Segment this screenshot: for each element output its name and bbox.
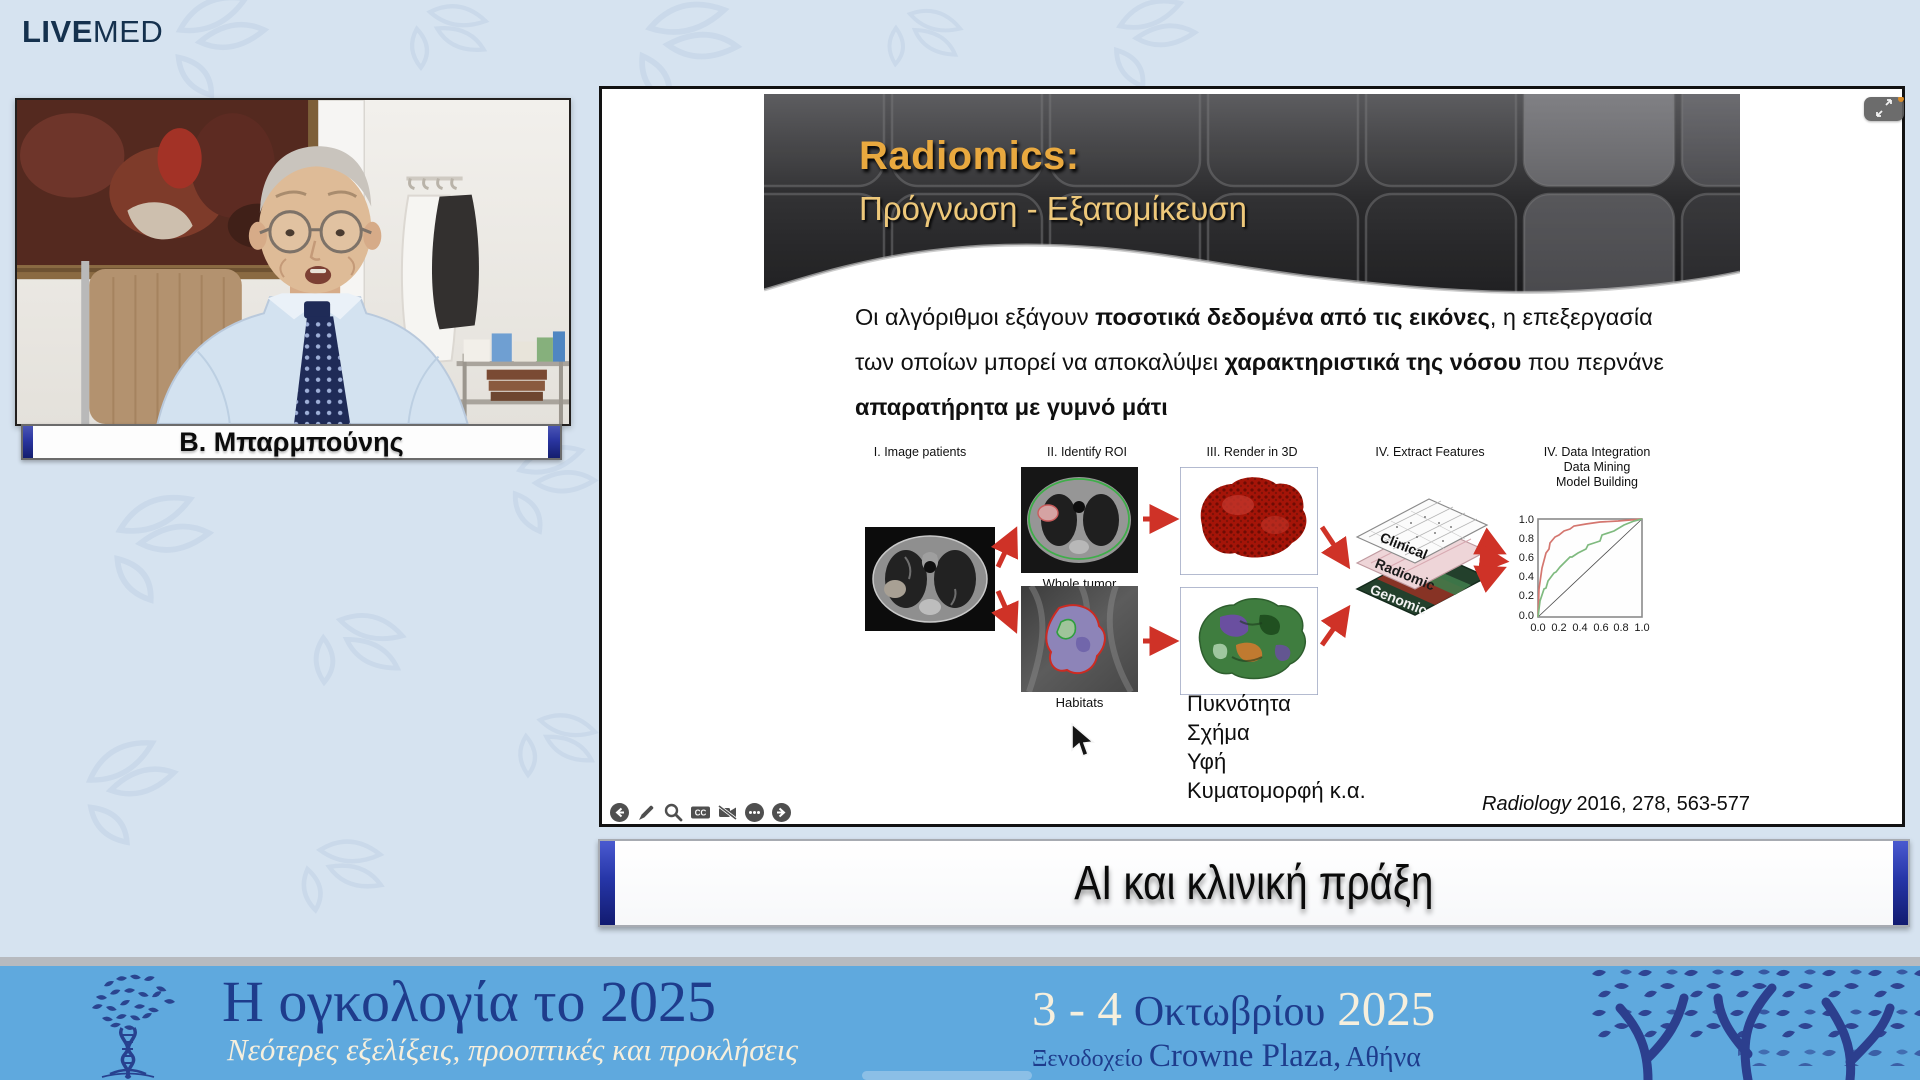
feature-item: Πυκνότητα — [1187, 689, 1366, 718]
conference-subtitle: Νεότερες εξελίξεις, προοπτικές και προκλ… — [227, 1032, 798, 1068]
slide-header-banner: Radiomics: Πρόγνωση - Εξατομίκευση — [764, 94, 1740, 306]
livemed-logo-med: MED — [93, 14, 163, 49]
venue-label: Ξενοδοχείο — [1032, 1046, 1149, 1072]
svg-text:0.0: 0.0 — [1519, 610, 1534, 622]
captions-button[interactable]: CC — [690, 802, 711, 823]
slide-subtitle: Πρόγνωση - Εξατομίκευση — [859, 190, 1247, 228]
svg-text:0.4: 0.4 — [1519, 571, 1534, 583]
livemed-logo: LIVEMED — [22, 14, 163, 50]
paragraph-line-3: απαρατήρητα με γυμνό μάτι — [855, 385, 1675, 430]
venue-city: Αθήνα — [1345, 1042, 1421, 1073]
presentation-toolbar: CC — [609, 802, 792, 823]
ellipsis-circle-icon — [744, 802, 765, 823]
slide-panel: Radiomics: Πρόγνωση - Εξατομίκευση Οι αλ… — [599, 86, 1905, 827]
slide-title: Radiomics: — [859, 134, 1080, 179]
tumor-3d-red-image — [1180, 467, 1318, 575]
bottom-partial-shape — [862, 1071, 1032, 1080]
zoom-button[interactable] — [663, 802, 684, 823]
roc-curve-chart: 1.0 0.8 0.6 0.4 0.2 0.0 0.0 0.2 0.4 0.6 … — [1502, 513, 1660, 649]
camera-off-icon — [717, 802, 738, 823]
more-button[interactable] — [744, 802, 765, 823]
paragraph-line-2: των οποίων μπορεί να αποκαλύψει χαρακτηρ… — [855, 340, 1675, 385]
svg-text:0.0: 0.0 — [1530, 622, 1545, 634]
whole-tumor-image — [1021, 467, 1138, 573]
svg-text:1.0: 1.0 — [1634, 622, 1649, 634]
pencil-icon — [636, 802, 657, 823]
citation-ref: 2016, 278, 563-577 — [1571, 793, 1750, 815]
cc-icon: CC — [690, 802, 711, 823]
svg-text:0.4: 0.4 — [1572, 622, 1587, 634]
conference-tree-logo — [52, 970, 212, 1080]
svg-text:0.8: 0.8 — [1613, 622, 1628, 634]
date-year: 2025 — [1337, 981, 1435, 1036]
session-bar-left-accent — [600, 841, 615, 925]
speaker-nameplate: Β. Μπαρμπούνης — [21, 424, 562, 460]
speaker-video-scene — [17, 100, 569, 424]
conference-banner: Η ογκολογία το 2025 Νεότερες εξελίξεις, … — [0, 966, 1920, 1080]
conference-venue: Ξενοδοχείο Crowne Plaza, Αθήνα — [1032, 1038, 1421, 1075]
speaker-video — [15, 98, 571, 426]
citation: Radiology 2016, 278, 563-577 — [1360, 793, 1750, 816]
svg-text:0.2: 0.2 — [1551, 622, 1566, 634]
svg-text:0.8: 0.8 — [1519, 533, 1534, 545]
feature-item: Σχήμα — [1187, 718, 1366, 747]
arrow-right-circle-icon — [771, 802, 792, 823]
svg-text:CC: CC — [695, 809, 707, 818]
nameplate-left-accent — [23, 426, 33, 458]
decorative-trees — [1588, 966, 1920, 1080]
camera-off-button[interactable] — [717, 802, 738, 823]
prev-slide-button[interactable] — [609, 802, 630, 823]
venue-hotel: Crowne Plaza, — [1149, 1038, 1341, 1074]
conference-dates: 3 - 4 Οκτωβρίου 2025 — [1032, 980, 1435, 1037]
session-title: AI και κλινική πράξη — [1074, 856, 1433, 911]
magnifier-icon — [663, 802, 684, 823]
feature-item: Κυματομορφή κ.α. — [1187, 776, 1366, 805]
workflow-step-2-label: II. Identify ROI — [1002, 445, 1172, 460]
session-bar-right-accent — [1893, 841, 1908, 925]
draw-button[interactable] — [636, 802, 657, 823]
svg-text:0.6: 0.6 — [1519, 552, 1534, 564]
session-title-bar: AI και κλινική πράξη — [598, 839, 1910, 927]
feature-list: Πυκνότητα Σχήμα Υφή Κυματομορφή κ.α. — [1187, 689, 1366, 805]
workflow-step-4-label: IV. Extract Features — [1340, 445, 1520, 460]
nameplate-right-accent — [548, 426, 560, 458]
feature-item: Υφή — [1187, 747, 1366, 776]
ct-axial-image — [865, 527, 995, 631]
svg-text:0.2: 0.2 — [1519, 590, 1534, 602]
conference-title: Η ογκολογία το 2025 — [222, 968, 716, 1035]
collapse-arrows-icon — [1864, 97, 1904, 121]
date-days: 3 - 4 — [1032, 981, 1122, 1036]
workflow-step-5-label: IV. Data Integration Data Mining Model B… — [1502, 445, 1692, 490]
mouse-cursor — [1070, 723, 1096, 759]
speaker-name: Β. Μπαρμπούνης — [179, 427, 403, 458]
footer-divider — [0, 957, 1920, 966]
workflow-step-1-label: I. Image patients — [845, 445, 995, 460]
screen: LIVEMED — [0, 0, 1920, 1080]
workflow-step-3-label: III. Render in 3D — [1167, 445, 1337, 460]
arrow-left-circle-icon — [609, 802, 630, 823]
data-stack-image: Clinical Radiomic Genomic — [1347, 497, 1497, 647]
paragraph-line-1: Οι αλγόριθμοι εξάγουν ποσοτικά δεδομένα … — [855, 295, 1675, 340]
svg-text:0.6: 0.6 — [1593, 622, 1608, 634]
slide-paragraph: Οι αλγόριθμοι εξάγουν ποσοτικά δεδομένα … — [855, 295, 1675, 430]
habitats-caption: Habitats — [1021, 695, 1138, 710]
date-month: Οκτωβρίου — [1134, 989, 1325, 1035]
citation-journal: Radiology — [1482, 793, 1571, 815]
svg-text:1.0: 1.0 — [1519, 514, 1534, 526]
collapse-slide-button[interactable] — [1864, 97, 1904, 121]
tumor-3d-color-image — [1180, 587, 1318, 695]
livemed-logo-live: LIVE — [22, 14, 93, 49]
next-slide-button[interactable] — [771, 802, 792, 823]
habitats-image — [1021, 586, 1138, 692]
